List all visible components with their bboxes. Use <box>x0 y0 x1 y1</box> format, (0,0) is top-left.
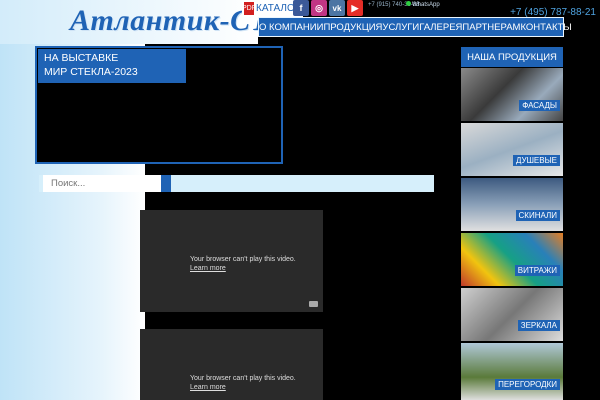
product-skinali[interactable]: СКИНАЛИ <box>461 178 563 231</box>
youtube-logo-icon <box>309 301 318 307</box>
video-error-message: Your browser can't play this video. Lear… <box>190 255 296 273</box>
whatsapp-label: WhatsApp <box>412 2 440 8</box>
product-label: ЗЕРКАЛА <box>517 320 560 331</box>
instagram-icon[interactable]: ◎ <box>311 0 327 16</box>
nav-item-services[interactable]: УСЛУГИ <box>382 22 419 33</box>
nav-item-about[interactable]: О КОМПАНИИ <box>259 22 323 33</box>
nav-item-products[interactable]: ПРОДУКЦИЯ <box>323 22 382 33</box>
video-error-text: Your browser can't play this video. <box>190 375 296 382</box>
nav-item-contacts[interactable]: КОНТАКТЫ <box>520 22 571 33</box>
main-nav: О КОМПАНИИ ПРОДУКЦИЯ УСЛУГИ ГАЛЕРЕЯ ПАРТ… <box>258 17 572 37</box>
top-bar: PDF КАТАЛОГ f ◎ vk ▶ +7 (915) 740-33-88 … <box>240 0 600 18</box>
nav-item-gallery[interactable]: ГАЛЕРЕЯ <box>419 22 462 33</box>
youtube-icon[interactable]: ▶ <box>347 0 363 16</box>
search-button[interactable] <box>161 175 171 192</box>
product-stained-glass[interactable]: ВИТРАЖИ <box>461 233 563 286</box>
product-label: ФАСАДЫ <box>519 100 560 111</box>
promo-banner[interactable]: НА ВЫСТАВКЕ МИР СТЕКЛА-2023 <box>38 49 186 83</box>
vk-icon[interactable]: vk <box>329 0 345 16</box>
video-error-message: Your browser can't play this video. Lear… <box>190 374 296 392</box>
pdf-icon: PDF <box>242 2 256 15</box>
whatsapp-link[interactable]: WhatsApp <box>406 1 440 8</box>
search-bar <box>39 175 434 192</box>
promo-line-2: МИР СТЕКЛА-2023 <box>44 66 138 78</box>
product-label: ВИТРАЖИ <box>514 265 560 276</box>
search-input[interactable] <box>43 175 168 192</box>
video-error-text: Your browser can't play this video. <box>190 256 296 263</box>
learn-more-link[interactable]: Learn more <box>190 383 296 392</box>
product-label: СКИНАЛИ <box>515 210 560 221</box>
video-player-1[interactable]: Your browser can't play this video. Lear… <box>140 210 323 312</box>
product-partitions[interactable]: ПЕРЕГОРОДКИ <box>461 343 563 400</box>
product-mirrors[interactable]: ЗЕРКАЛА <box>461 288 563 341</box>
whatsapp-icon <box>406 1 411 6</box>
facebook-icon[interactable]: f <box>293 0 309 16</box>
product-showers[interactable]: ДУШЕВЫЕ <box>461 123 563 176</box>
products-sidebar: НАША ПРОДУКЦИЯ ФАСАДЫ ДУШЕВЫЕ СКИНАЛИ ВИ… <box>461 47 563 400</box>
learn-more-link[interactable]: Learn more <box>190 264 296 273</box>
video-player-2[interactable]: Your browser can't play this video. Lear… <box>140 329 323 400</box>
promo-line-1: НА ВЫСТАВКЕ <box>44 52 119 64</box>
product-label: ПЕРЕГОРОДКИ <box>495 379 560 390</box>
nav-item-partners[interactable]: ПАРТНЕРАМ <box>462 22 520 33</box>
product-facades[interactable]: ФАСАДЫ <box>461 68 563 121</box>
sidebar-title: НАША ПРОДУКЦИЯ <box>461 47 563 67</box>
product-label: ДУШЕВЫЕ <box>512 155 560 166</box>
